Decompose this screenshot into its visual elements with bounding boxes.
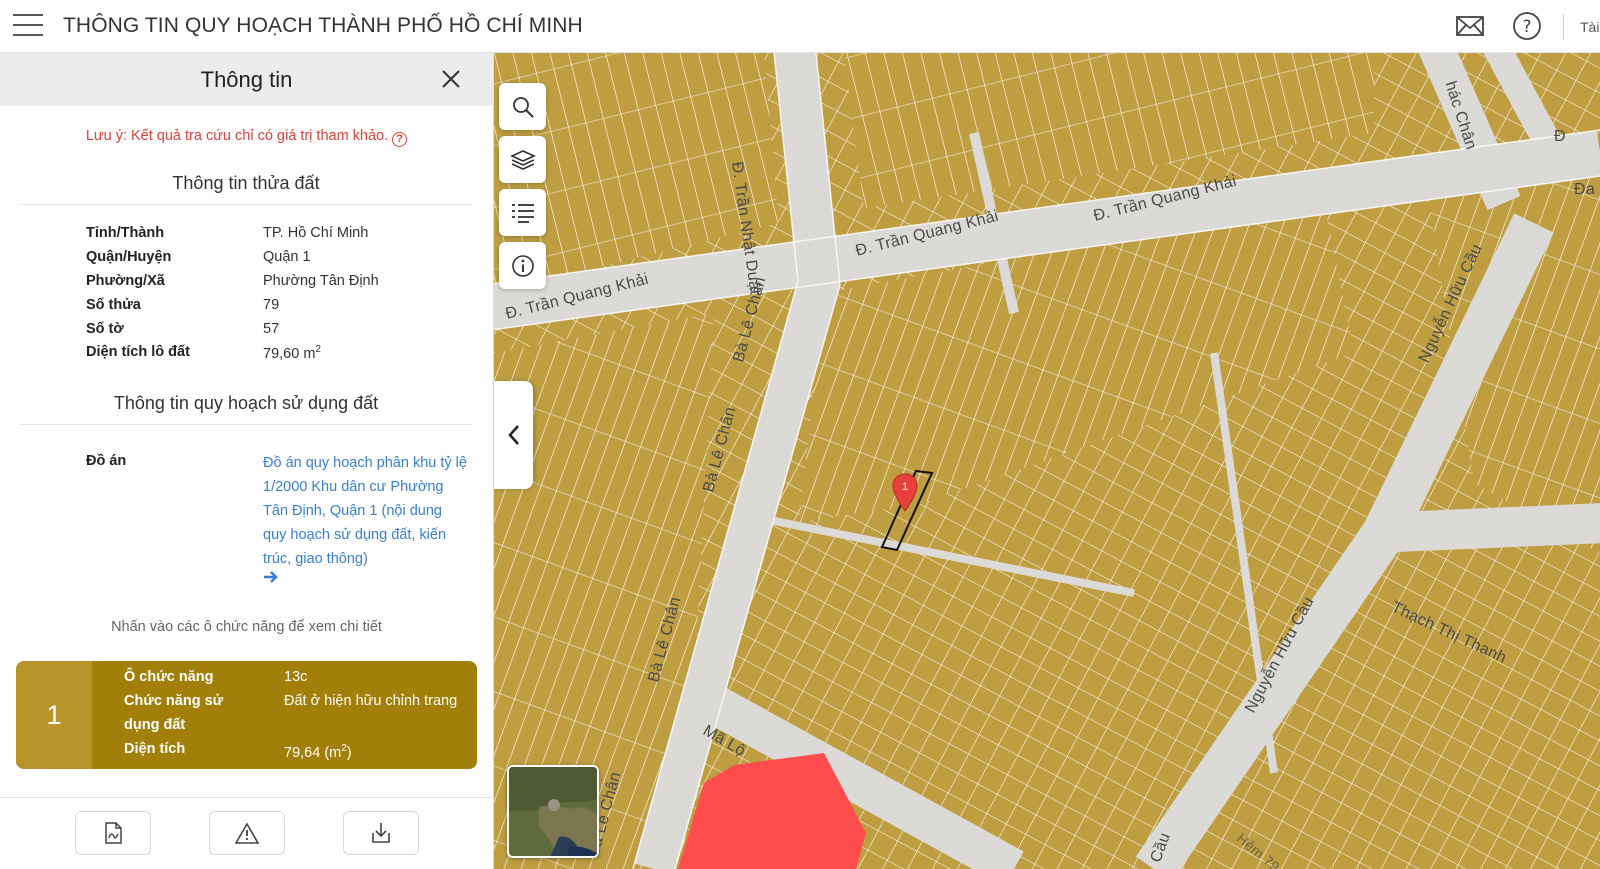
map-canvas[interactable]: 1 Đ. Trần Quang Khải Đ. Trần Quang Khải … bbox=[494, 53, 1600, 869]
function-area-value: 79,64 (m bbox=[284, 744, 342, 761]
info-key: Số tờ bbox=[86, 321, 124, 337]
close-icon[interactable] bbox=[438, 66, 464, 92]
disclaimer-text: Lưu ý: Kết quả tra cứu chỉ có giá trị th… bbox=[85, 128, 389, 144]
help-circle-icon[interactable]: ? bbox=[1512, 11, 1542, 41]
app-title: THÔNG TIN QUY HOẠCH THÀNH PHỐ HỒ CHÍ MIN… bbox=[63, 14, 583, 37]
area-value: 79,60 m bbox=[263, 345, 316, 362]
collapse-panel-button[interactable] bbox=[494, 381, 533, 489]
parcel-section-title: Thông tin thửa đất bbox=[20, 173, 472, 205]
layers-icon bbox=[509, 149, 536, 170]
function-value: 79,64 (m2) bbox=[284, 737, 352, 765]
street-label: Đa bbox=[1574, 181, 1596, 198]
document-button[interactable] bbox=[75, 811, 151, 855]
header-divider bbox=[1563, 14, 1564, 40]
street-label: Đ bbox=[1554, 128, 1566, 145]
satellite-thumbnail bbox=[509, 767, 597, 856]
search-icon bbox=[512, 96, 534, 118]
function-value: 13c bbox=[284, 669, 308, 685]
info-key: Phường/Xã bbox=[86, 273, 165, 289]
map-base bbox=[494, 53, 1600, 869]
svg-text:?: ? bbox=[1522, 17, 1531, 37]
chevron-left-icon bbox=[507, 425, 519, 445]
panel-footer bbox=[0, 797, 494, 869]
marker-label: 1 bbox=[902, 481, 908, 493]
function-zone-card[interactable]: 1 Ô chức năng 13c Chức năng sử dụng đất … bbox=[16, 661, 477, 769]
question-icon[interactable]: ? bbox=[392, 132, 408, 147]
warning-icon bbox=[235, 822, 259, 844]
map-marker-icon[interactable]: 1 bbox=[892, 473, 918, 513]
download-icon bbox=[372, 823, 390, 843]
info-value: 79 bbox=[263, 297, 280, 313]
map-legend-button[interactable] bbox=[499, 189, 546, 236]
info-icon bbox=[511, 254, 534, 277]
arrow-right-icon[interactable] bbox=[263, 570, 279, 584]
function-area-suffix: ) bbox=[346, 744, 352, 761]
map-search-button[interactable] bbox=[499, 83, 546, 130]
login-link[interactable]: Tài bbox=[1580, 19, 1599, 35]
info-value: Phường Tân Định bbox=[263, 273, 379, 289]
document-icon bbox=[105, 822, 122, 844]
doan-label: Đồ án bbox=[86, 453, 127, 469]
hint-text: Nhấn vào các ô chức năng để xem chi tiết bbox=[111, 619, 382, 635]
top-header: THÔNG TIN QUY HOẠCH THÀNH PHỐ HỒ CHÍ MIN… bbox=[0, 0, 1600, 53]
function-key: Diện tích bbox=[124, 741, 186, 757]
map-info-button[interactable] bbox=[499, 242, 546, 289]
function-key: Ô chức năng bbox=[124, 669, 214, 685]
function-key: Chức năng sử dụng đất bbox=[124, 693, 224, 733]
info-value: Quận 1 bbox=[263, 249, 311, 265]
planning-section-title: Thông tin quy hoạch sử dụng đất bbox=[20, 393, 472, 425]
report-button[interactable] bbox=[209, 811, 285, 855]
basemap-switcher[interactable] bbox=[507, 765, 599, 858]
doan-link[interactable]: Đồ án quy hoạch phân khu tỷ lệ 1/2000 Kh… bbox=[263, 451, 468, 571]
info-value: 57 bbox=[263, 321, 280, 337]
hamburger-icon[interactable] bbox=[13, 14, 43, 38]
download-button[interactable] bbox=[343, 811, 419, 855]
function-value: Đất ở hiện hữu chỉnh trang bbox=[284, 693, 458, 709]
map-layers-button[interactable] bbox=[499, 136, 546, 183]
list-icon bbox=[511, 203, 534, 223]
panel-header: Thông tin bbox=[0, 53, 493, 106]
info-key: Quận/Huyện bbox=[86, 249, 172, 265]
info-panel: Thông tin Lưu ý: Kết quả tra cứu chỉ có … bbox=[0, 53, 494, 869]
function-zone-number: 1 bbox=[16, 661, 92, 769]
disclaimer-note: Lưu ý: Kết quả tra cứu chỉ có giá trị th… bbox=[0, 128, 493, 147]
info-key: Số thửa bbox=[86, 297, 141, 313]
mail-icon[interactable] bbox=[1456, 14, 1484, 38]
info-key: Diện tích lô đất bbox=[86, 344, 190, 360]
area-unit-sup: 2 bbox=[315, 344, 321, 355]
info-value: TP. Hồ Chí Minh bbox=[263, 225, 369, 241]
info-value: 79,60 m2 bbox=[263, 344, 321, 362]
info-key: Tỉnh/Thành bbox=[86, 225, 165, 241]
panel-title: Thông tin bbox=[200, 67, 293, 92]
